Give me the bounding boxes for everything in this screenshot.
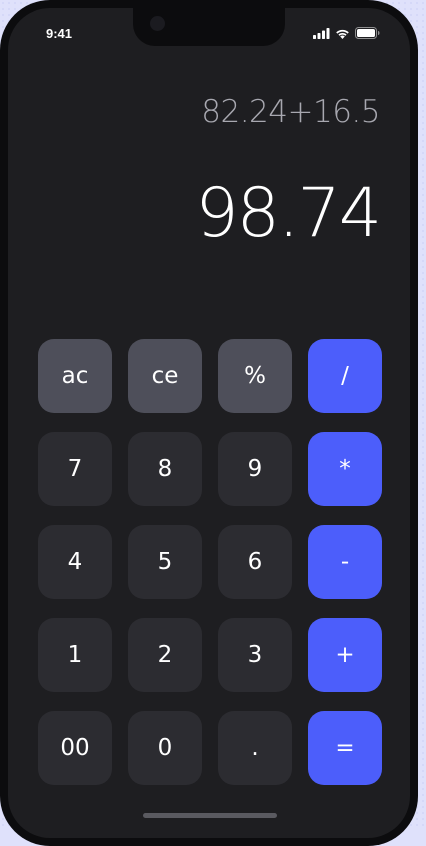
divide-button[interactable]: / [308,339,382,413]
calculator-screen: 9:41 82.24+16.5 98.74 ac ce%/ 7 8 9 * 4 5 6- 1 2 3 +… [8,8,410,838]
double-zero-button[interactable]: 00 [38,711,112,785]
status-icons [313,27,380,39]
wifi-icon [336,29,349,39]
digit-9-button[interactable]: 9 [218,432,292,506]
subtract-button[interactable]: - [308,525,382,599]
clear-entry-button[interactable]: ce [128,339,202,413]
digit-8-button[interactable]: 8 [128,432,202,506]
digit-2-button[interactable]: 2 [128,618,202,692]
phone-frame: 9:41 82.24+16.5 98.74 ac ce%/ 7 8 9 * 4 5 6- 1 2 3 +… [0,0,418,846]
digit-1-button[interactable]: 1 [38,618,112,692]
digit-4-button[interactable]: 4 [38,525,112,599]
front-camera-icon [150,16,165,31]
digit-0-button[interactable]: 0 [128,711,202,785]
battery-icon [355,27,380,39]
all-clear-button[interactable]: ac [38,339,112,413]
cellular-signal-icon [313,27,330,39]
expression-display: 82.24+16.5 [201,94,380,130]
percent-button[interactable]: % [218,339,292,413]
decimal-point-button[interactable]: . [218,711,292,785]
keypad: ac ce%/ 7 8 9 * 4 5 6- 1 2 3 +00 0. = [38,339,382,785]
add-button[interactable]: + [308,618,382,692]
notch [133,8,285,46]
status-time: 9:41 [46,26,73,41]
digit-5-button[interactable]: 5 [128,525,202,599]
multiply-button[interactable]: * [308,432,382,506]
digit-6-button[interactable]: 6 [218,525,292,599]
digit-7-button[interactable]: 7 [38,432,112,506]
home-indicator [143,813,277,818]
equals-button[interactable]: = [308,711,382,785]
digit-3-button[interactable]: 3 [218,618,292,692]
result-display: 98.74 [195,174,382,253]
